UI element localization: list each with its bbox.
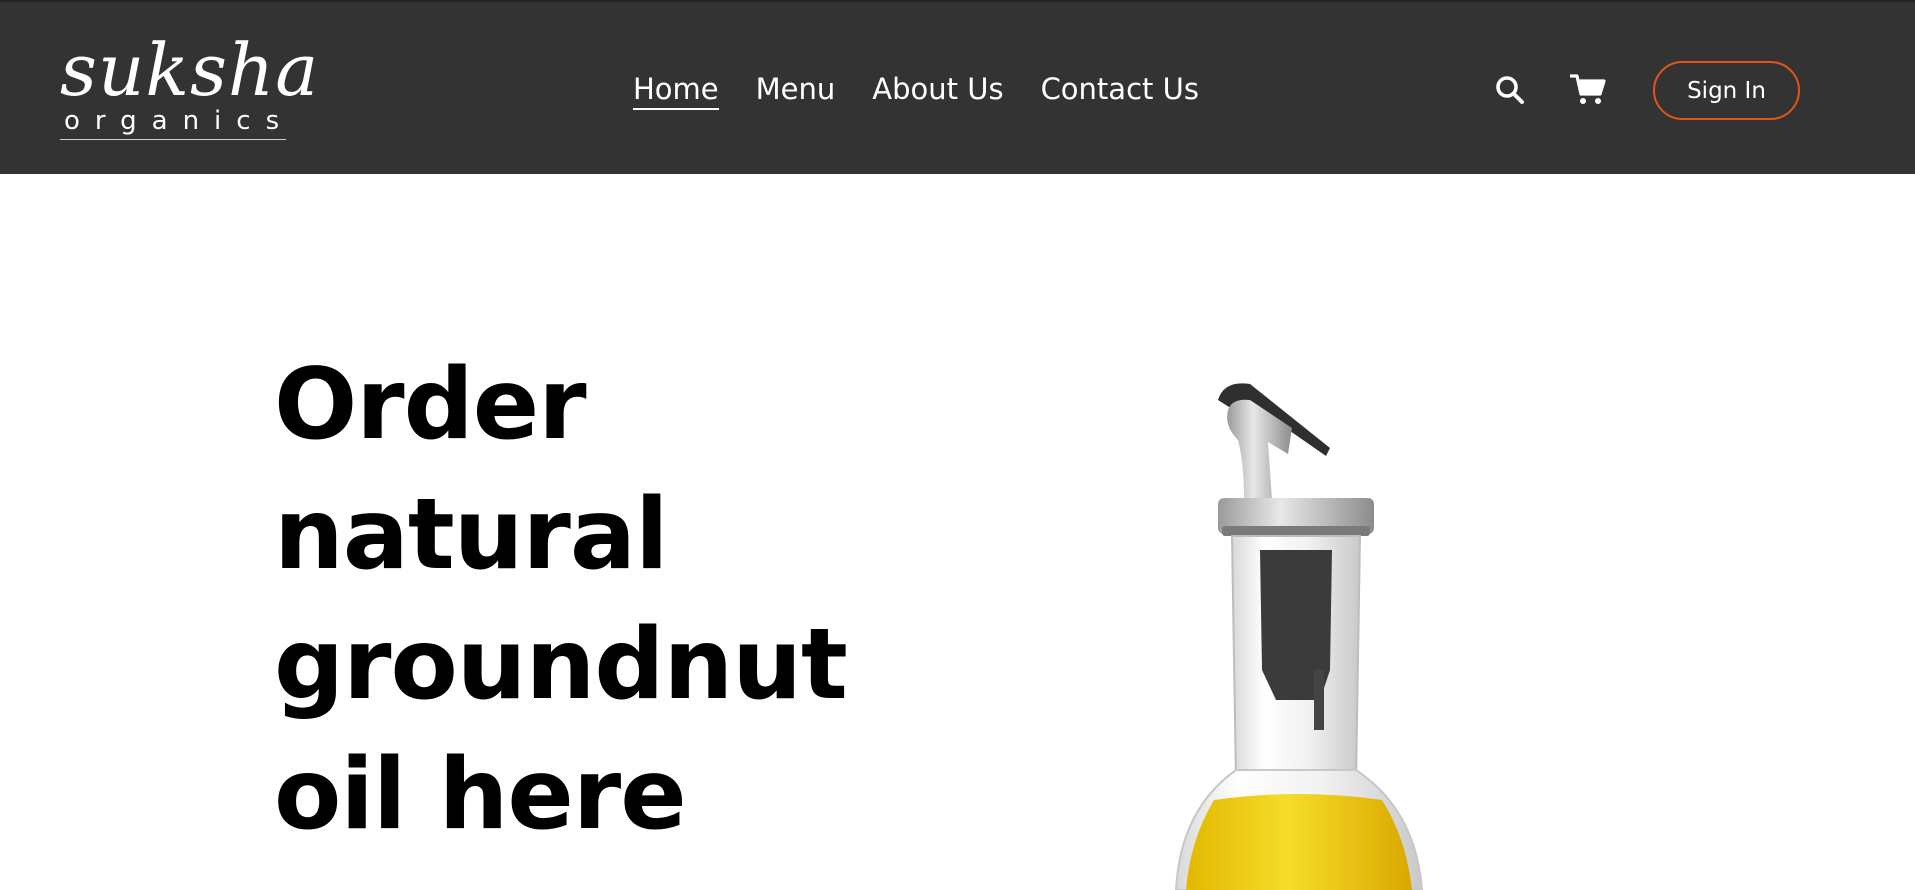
sign-in-button[interactable]: Sign In [1653, 61, 1800, 120]
hero-title-line: groundnut [274, 608, 848, 722]
hero-title-line: Order [274, 348, 587, 462]
main-nav: Home Menu About Us Contact Us [633, 64, 1236, 114]
brand-tagline: organics [64, 106, 295, 136]
hero-title: Order natural groundnut oil here [274, 340, 848, 860]
nav-item-home[interactable]: Home [633, 64, 719, 114]
search-icon [1496, 76, 1524, 104]
cart-icon [1570, 74, 1606, 104]
cart-button[interactable] [1568, 70, 1608, 110]
hero-title-line: oil here [274, 738, 687, 852]
oil-bottle-image [1174, 383, 1424, 890]
brand-logo[interactable]: suksha organics [60, 28, 320, 140]
brand-name: suksha [60, 28, 320, 112]
search-button[interactable] [1490, 70, 1530, 110]
hero-title-line: natural [274, 478, 669, 592]
nav-item-about-us[interactable]: About Us [872, 64, 1003, 114]
site-header: suksha organics Home Menu About Us Conta… [0, 0, 1915, 174]
logo-underline [60, 139, 286, 140]
nav-item-contact-us[interactable]: Contact Us [1041, 64, 1199, 114]
nav-item-menu[interactable]: Menu [756, 64, 836, 114]
